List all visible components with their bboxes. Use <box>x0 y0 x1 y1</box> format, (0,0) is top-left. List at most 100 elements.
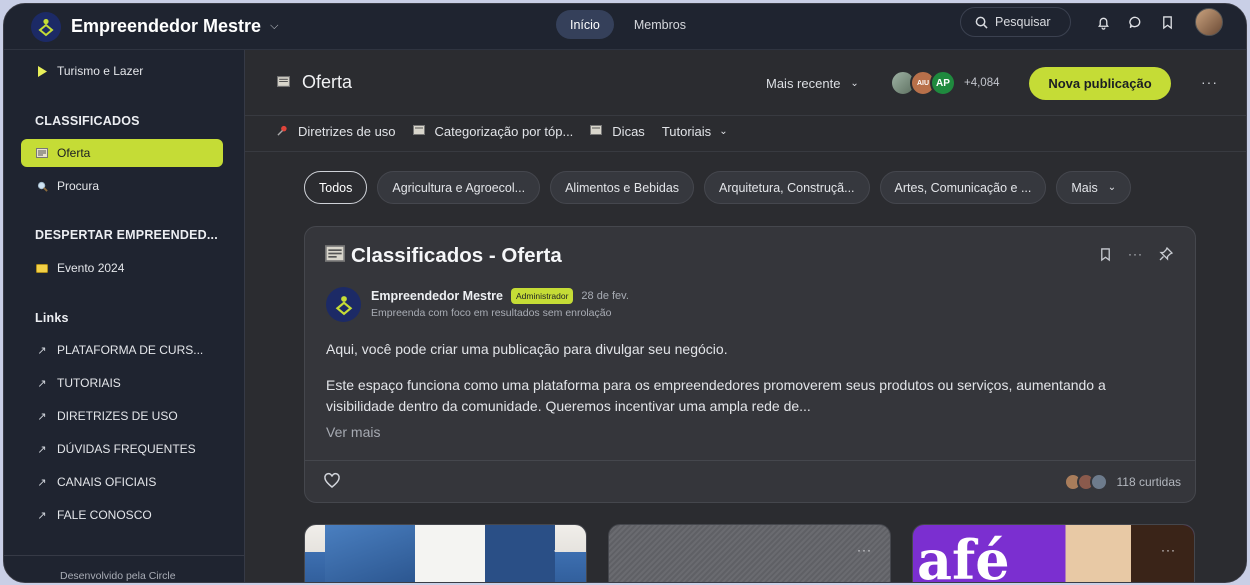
sidebar-item-label: Procura <box>57 179 100 193</box>
section-classificados: CLASSIFICADOS <box>35 114 140 128</box>
thumbnail-image: afé <box>917 528 1010 583</box>
post-thumbnail[interactable]: afé ··· <box>912 524 1195 583</box>
post-thumbnail[interactable]: ··· <box>608 524 891 582</box>
chevron-down-icon: ⌵ <box>270 20 279 32</box>
sidebar-item-label: Turismo e Lazer <box>57 64 144 78</box>
subnav-label: Categorização por tóp... <box>434 124 574 139</box>
sidebar-link-plataforma[interactable]: ↗ PLATAFORMA DE CURS... <box>21 336 223 364</box>
more-options-icon[interactable]: ··· <box>1161 543 1176 557</box>
subnav-tutoriais[interactable]: Tutoriais ⌄ <box>662 124 728 139</box>
powered-by[interactable]: Desenvolvido pela Circle <box>4 555 245 582</box>
filter-chip-todos[interactable]: Todos <box>304 171 368 204</box>
tab-inicio[interactable]: Início <box>556 10 614 39</box>
community-name: Empreendedor Mestre <box>71 16 262 36</box>
pinned-post-card[interactable]: Classificados - Oferta ··· Empreendedor … <box>304 226 1196 503</box>
subnav-label: Dicas <box>612 124 645 139</box>
subnav-categorizacao[interactable]: Categorização por tóp... <box>412 124 574 139</box>
newspaper-icon <box>35 148 49 158</box>
newspaper-icon <box>277 75 290 90</box>
filter-chip-arquitetura[interactable]: Arquitetura, Construçã... <box>704 171 870 204</box>
liker-avatar <box>1089 473 1108 491</box>
likes-summary[interactable]: 118 curtidas <box>1063 473 1181 491</box>
chevron-down-icon: ⌄ <box>850 78 859 89</box>
admin-badge: Administrador <box>510 288 574 304</box>
more-options-icon[interactable]: ··· <box>1128 247 1143 265</box>
filter-chip-mais[interactable]: Mais ⌄ <box>1056 171 1132 204</box>
arrow-up-right-icon: ↗ <box>37 377 47 390</box>
sidebar-link-label: CANAIS OFICIAIS <box>57 475 157 489</box>
new-post-button[interactable]: Nova publicação <box>1029 67 1171 100</box>
sidebar-link-duvidas[interactable]: ↗ DÚVIDAS FREQUENTES <box>21 435 223 463</box>
more-options-icon[interactable]: ··· <box>553 543 568 557</box>
author-name[interactable]: Empreendedor Mestre <box>371 289 503 303</box>
sidebar-link-label: DIRETRIZES DE USO <box>57 409 178 423</box>
post-body-paragraph: Este espaço funciona como uma plataforma… <box>326 377 1106 414</box>
read-more-link[interactable]: Ver mais <box>326 424 380 440</box>
bell-icon[interactable] <box>1094 13 1112 31</box>
bookmark-icon[interactable] <box>1158 13 1176 31</box>
search-label: Pesquisar <box>995 15 1051 29</box>
sidebar-item-evento[interactable]: Evento 2024 <box>21 254 223 282</box>
space-links: Diretrizes de uso Categorização por tóp.… <box>277 124 728 139</box>
post-thumbnail[interactable]: ··· <box>304 524 587 582</box>
sidebar-link-canais[interactable]: ↗ CANAIS OFICIAIS <box>21 468 223 496</box>
top-nav: Início Membros <box>556 10 700 39</box>
filter-chip-artes[interactable]: Artes, Comunicação e ... <box>879 171 1047 204</box>
divider <box>245 151 1246 152</box>
top-bar: Empreendedor Mestre ⌵ Início Membros Pes… <box>4 4 1246 50</box>
bookmark-icon[interactable] <box>1099 247 1112 265</box>
arrow-up-right-icon: ↗ <box>37 410 47 423</box>
ticket-icon <box>35 263 49 273</box>
community-logo-icon <box>31 11 61 42</box>
tab-membros[interactable]: Membros <box>620 10 700 39</box>
more-options-icon[interactable]: ··· <box>857 543 872 557</box>
author-line: Empreendedor Mestre Administrador 28 de … <box>371 288 629 304</box>
sidebar-link-label: DÚVIDAS FREQUENTES <box>57 442 196 456</box>
sidebar-link-label: TUTORIAIS <box>57 376 121 390</box>
author-tagline: Empreenda com foco em resultados sem enr… <box>371 307 612 319</box>
sidebar-item-procura[interactable]: Procura <box>21 172 223 200</box>
sidebar-link-tutoriais[interactable]: ↗ TUTORIAIS <box>21 369 223 397</box>
subnav-diretrizes[interactable]: Diretrizes de uso <box>277 124 396 139</box>
subnav-dicas[interactable]: Dicas <box>590 124 645 139</box>
page-title: Oferta <box>277 72 352 93</box>
community-switcher[interactable]: Empreendedor Mestre ⌵ <box>31 11 279 42</box>
newspaper-icon <box>412 125 425 138</box>
search-button[interactable]: Pesquisar <box>960 7 1071 37</box>
play-icon <box>35 65 49 77</box>
sidebar-link-fale-conosco[interactable]: ↗ FALE CONOSCO <box>21 501 223 529</box>
more-options-icon[interactable]: ··· <box>1201 74 1218 90</box>
thumbnail-image <box>485 525 555 582</box>
pushpin-icon <box>277 125 288 139</box>
chat-icon[interactable] <box>1126 13 1144 31</box>
heart-icon[interactable] <box>323 472 343 492</box>
member-avatars[interactable]: AIU AP +4,084 <box>890 70 1000 96</box>
arrow-up-right-icon: ↗ <box>37 344 47 357</box>
chip-label: Mais <box>1071 180 1098 195</box>
newspaper-icon <box>590 125 603 138</box>
sidebar: Turismo e Lazer CLASSIFICADOS Oferta Pro… <box>4 50 245 582</box>
section-links: Links <box>35 311 69 325</box>
sidebar-item-oferta[interactable]: Oferta <box>21 139 223 167</box>
subnav-label: Tutoriais <box>661 124 712 139</box>
filter-chip-agricultura[interactable]: Agricultura e Agroecol... <box>377 171 541 204</box>
pin-icon[interactable] <box>1159 246 1174 265</box>
sidebar-item-turismo[interactable]: Turismo e Lazer <box>21 57 223 85</box>
post-actions: ··· <box>1099 246 1174 265</box>
sort-label: Mais recente <box>766 76 841 91</box>
filter-chip-alimentos[interactable]: Alimentos e Bebidas <box>550 171 695 204</box>
post-title[interactable]: Classificados - Oferta <box>325 244 562 268</box>
user-avatar[interactable] <box>1195 8 1223 36</box>
magnifier-icon <box>35 181 49 192</box>
topic-filters: Todos Agricultura e Agroecol... Alimento… <box>304 171 1132 204</box>
sidebar-link-diretrizes[interactable]: ↗ DIRETRIZES DE USO <box>21 402 223 430</box>
author-avatar[interactable] <box>326 287 361 322</box>
chevron-down-icon: ⌄ <box>1107 182 1117 193</box>
sort-dropdown[interactable]: Mais recente ⌄ <box>766 76 859 91</box>
divider <box>305 460 1195 461</box>
arrow-up-right-icon: ↗ <box>37 476 47 489</box>
main-content: Oferta Mais recente ⌄ AIU AP +4,084 Nova… <box>245 50 1246 583</box>
post-title-text: Classificados - Oferta <box>351 244 562 267</box>
chevron-down-icon: ⌄ <box>719 126 728 137</box>
newspaper-icon <box>325 244 345 268</box>
